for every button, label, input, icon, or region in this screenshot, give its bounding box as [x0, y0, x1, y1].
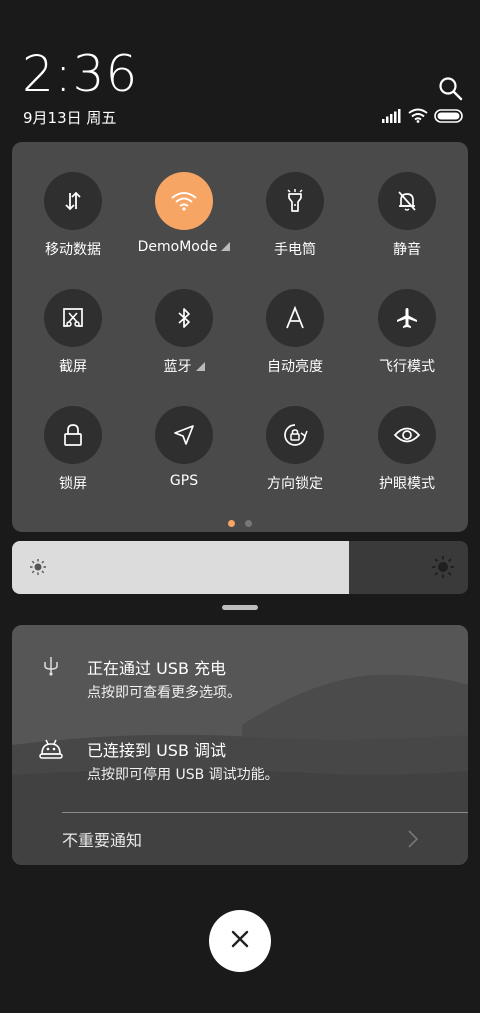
tile-label-text: 蓝牙 [163, 359, 192, 375]
tile-rotation-lock[interactable]: 方向锁定 [238, 376, 352, 492]
signal-icon [382, 108, 402, 127]
tile-eye-care[interactable]: 护眼模式 [350, 376, 464, 492]
wifi-icon [408, 108, 428, 127]
chevron-right-icon[interactable] [408, 830, 419, 852]
system-icons [382, 108, 464, 126]
search-icon[interactable] [438, 76, 464, 102]
tile-bluetooth[interactable]: 蓝牙 [127, 259, 241, 375]
tile-gps[interactable]: GPS [127, 376, 241, 489]
notification-subtitle: 点按即可查看更多选项。 [87, 685, 241, 701]
brightness-high-icon [432, 556, 454, 582]
quick-settings-panel: 移动数据 DemoMode 手电筒 静音 截屏 蓝牙 自动亮度 飞行模式 锁屏 … [12, 142, 468, 532]
tile-label: 截屏 [59, 359, 87, 375]
tile-screenshot[interactable]: 截屏 [16, 259, 130, 375]
airplane-icon[interactable] [378, 289, 436, 347]
bluetooth-icon[interactable] [155, 289, 213, 347]
flashlight-icon[interactable] [266, 172, 324, 230]
tile-label: 护眼模式 [379, 476, 435, 492]
notification-usb-debugging[interactable]: 已连接到 USB 调试 点按即可停用 USB 调试功能。 [12, 707, 468, 789]
gps-icon[interactable] [155, 406, 213, 464]
android-debug-icon [36, 733, 66, 763]
less-important-notifications-link[interactable]: 不重要通知 [62, 827, 142, 851]
drag-handle[interactable] [222, 605, 258, 610]
page-dot-active [228, 520, 235, 527]
notification-subtitle: 点按即可停用 USB 调试功能。 [87, 767, 279, 783]
close-button[interactable] [209, 910, 271, 972]
close-icon [231, 930, 249, 952]
tile-auto-brightness[interactable]: 自动亮度 [238, 259, 352, 375]
usb-icon [36, 651, 66, 681]
notification-usb-charging[interactable]: 正在通过 USB 充电 点按即可查看更多选项。 [12, 625, 468, 707]
eye-icon[interactable] [378, 406, 436, 464]
mobile-data-icon[interactable] [44, 172, 102, 230]
tile-label: GPS [169, 473, 199, 489]
brightness-fill [12, 541, 350, 594]
tile-label: 自动亮度 [267, 359, 323, 375]
wifi-icon[interactable] [155, 172, 213, 230]
notification-title: 正在通过 USB 充电 [87, 659, 227, 678]
tile-label: 飞行模式 [379, 359, 435, 375]
tile-mobile-data[interactable]: 移动数据 [16, 142, 130, 258]
tile-mute[interactable]: 静音 [350, 142, 464, 258]
mute-bell-icon[interactable] [378, 172, 436, 230]
expand-triangle-icon [221, 241, 231, 251]
tile-label: 锁屏 [59, 476, 87, 492]
tile-label: 移动数据 [45, 242, 101, 258]
page-dot [245, 520, 252, 527]
tile-label: DemoMode [127, 239, 241, 255]
tile-airplane[interactable]: 飞行模式 [350, 259, 464, 375]
tile-label: 蓝牙 [127, 356, 241, 376]
brightness-slider[interactable] [12, 541, 468, 594]
rotation-lock-icon[interactable] [266, 406, 324, 464]
lock-icon[interactable] [44, 406, 102, 464]
tile-demomode[interactable]: DemoMode [127, 142, 241, 255]
auto-brightness-icon[interactable] [266, 289, 324, 347]
notification-title: 已连接到 USB 调试 [87, 741, 227, 760]
expand-triangle-icon [195, 361, 205, 371]
tile-lock-screen[interactable]: 锁屏 [16, 376, 130, 492]
divider [62, 812, 468, 813]
status-area: 2:36 9月13日 周五 [0, 0, 480, 140]
tile-label: 方向锁定 [267, 476, 323, 492]
date[interactable]: 9月13日 周五 [23, 107, 116, 128]
clock[interactable]: 2:36 [22, 44, 138, 104]
tile-label-text: DemoMode [137, 239, 218, 255]
brightness-low-icon [30, 559, 46, 579]
tile-flashlight[interactable]: 手电筒 [238, 142, 352, 258]
notification-panel: 正在通过 USB 充电 点按即可查看更多选项。 已连接到 USB 调试 点按即可… [12, 625, 468, 865]
page-indicator [228, 520, 252, 527]
screenshot-icon[interactable] [44, 289, 102, 347]
tile-label: 静音 [393, 242, 421, 258]
battery-icon [434, 108, 464, 127]
tile-label: 手电筒 [274, 242, 316, 258]
